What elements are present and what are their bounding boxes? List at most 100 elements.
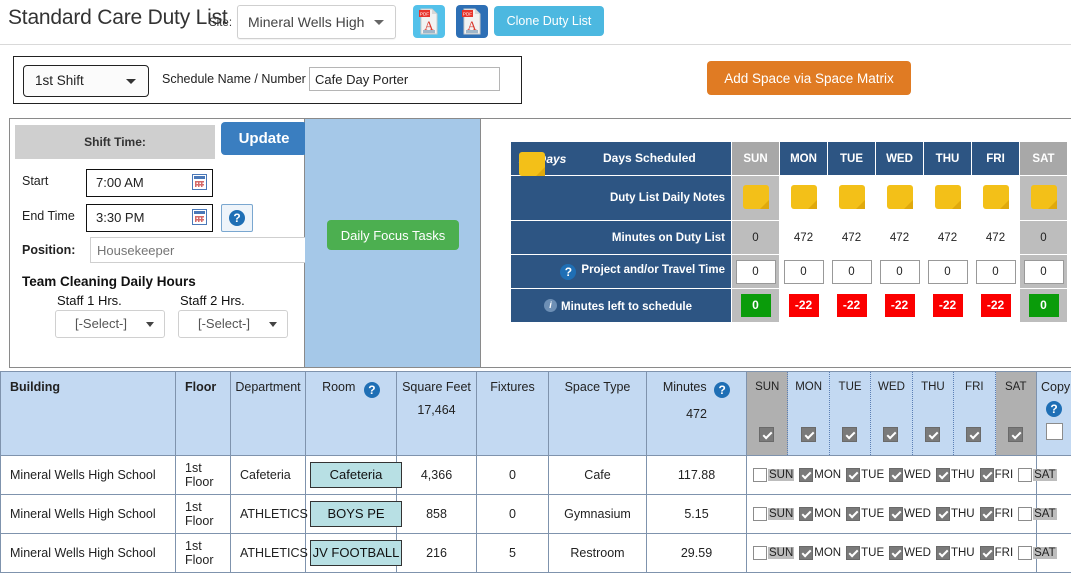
row-checkbox-sun[interactable] (753, 468, 767, 482)
row-day-wed[interactable]: WED (889, 468, 931, 482)
export-pdf-button-1[interactable]: PDF A (413, 5, 445, 38)
row-day-fri[interactable]: FRI (980, 468, 1014, 482)
question-mark-icon[interactable]: ? (714, 382, 730, 398)
staff-2-hours-select[interactable]: [-Select-] (178, 310, 288, 338)
row-day-sat[interactable]: SAT (1018, 468, 1057, 482)
row-checkbox-wed[interactable] (889, 468, 903, 482)
day-checkbox-thu[interactable] (925, 427, 940, 442)
day-checkbox-mon[interactable] (801, 427, 816, 442)
row-day-sun[interactable]: SUN (753, 468, 794, 482)
day-checkbox-sun[interactable] (759, 427, 774, 442)
project-travel-mon-input[interactable]: 0 (784, 260, 824, 284)
question-mark-icon[interactable]: ? (560, 264, 576, 280)
row-checkbox-mon[interactable] (799, 507, 813, 521)
project-travel-wed-input[interactable]: 0 (880, 260, 920, 284)
row-day-fri[interactable]: FRI (980, 507, 1014, 521)
row-checkbox-sun[interactable] (753, 546, 767, 560)
row-day-sat[interactable]: SAT (1018, 507, 1057, 521)
note-cell-mon[interactable] (780, 176, 828, 221)
day-toggle-wed[interactable]: WED (871, 372, 912, 455)
row-day-sun[interactable]: SUN (753, 546, 794, 560)
row-checkbox-tue[interactable] (846, 546, 860, 560)
row-day-sun[interactable]: SUN (753, 507, 794, 521)
sticky-note-icon[interactable] (519, 152, 545, 176)
row-checkbox-mon[interactable] (799, 468, 813, 482)
note-cell-tue[interactable] (828, 176, 876, 221)
row-day-tue[interactable]: TUE (846, 468, 884, 482)
clone-duty-list-button[interactable]: Clone Duty List (494, 6, 604, 36)
row-day-mon[interactable]: MON (799, 468, 841, 482)
position-input[interactable] (90, 237, 306, 263)
question-mark-icon[interactable]: ? (364, 382, 380, 398)
day-checkbox-sat[interactable] (1008, 427, 1023, 442)
row-checkbox-fri[interactable] (980, 546, 994, 560)
row-checkbox-wed[interactable] (889, 546, 903, 560)
sticky-note-icon[interactable] (935, 185, 961, 209)
calendar-icon[interactable] (192, 209, 207, 225)
end-time-input[interactable]: 3:30 PM (86, 204, 213, 232)
project-travel-tue-input[interactable]: 0 (832, 260, 872, 284)
row-day-thu[interactable]: THU (936, 468, 975, 482)
sticky-note-icon[interactable] (983, 185, 1009, 209)
row-checkbox-sat[interactable] (1018, 468, 1032, 482)
start-time-input[interactable]: 7:00 AM (86, 169, 213, 197)
copy-all-checkbox[interactable] (1046, 423, 1063, 440)
day-toggle-thu[interactable]: THU (913, 372, 954, 455)
day-checkbox-wed[interactable] (883, 427, 898, 442)
row-checkbox-sun[interactable] (753, 507, 767, 521)
row-day-fri[interactable]: FRI (980, 546, 1014, 560)
row-checkbox-wed[interactable] (889, 507, 903, 521)
day-checkbox-fri[interactable] (966, 427, 981, 442)
project-travel-sun-input[interactable]: 0 (736, 260, 776, 284)
row-day-thu[interactable]: THU (936, 507, 975, 521)
room-input[interactable]: Cafeteria (310, 462, 402, 488)
project-travel-fri-input[interactable]: 0 (976, 260, 1016, 284)
row-day-mon[interactable]: MON (799, 507, 841, 521)
day-checkbox-tue[interactable] (842, 427, 857, 442)
project-travel-thu-input[interactable]: 0 (928, 260, 968, 284)
day-toggle-fri[interactable]: FRI (954, 372, 995, 455)
calendar-icon[interactable] (192, 174, 207, 190)
row-checkbox-tue[interactable] (846, 507, 860, 521)
note-cell-fri[interactable] (972, 176, 1020, 221)
room-input[interactable]: BOYS PE (310, 501, 402, 527)
sticky-note-icon[interactable] (743, 185, 769, 209)
project-travel-sat-input[interactable]: 0 (1024, 260, 1064, 284)
shift-select[interactable]: 1st Shift (23, 65, 149, 97)
note-cell-sat[interactable] (1020, 176, 1068, 221)
row-day-tue[interactable]: TUE (846, 507, 884, 521)
day-toggle-sat[interactable]: SAT (996, 372, 1036, 455)
row-checkbox-tue[interactable] (846, 468, 860, 482)
site-select[interactable]: Mineral Wells High (237, 5, 396, 39)
row-checkbox-mon[interactable] (799, 546, 813, 560)
row-checkbox-thu[interactable] (936, 468, 950, 482)
sticky-note-icon[interactable] (839, 185, 865, 209)
row-checkbox-sat[interactable] (1018, 507, 1032, 521)
row-day-wed[interactable]: WED (889, 546, 931, 560)
question-mark-icon[interactable]: ? (1046, 401, 1062, 417)
sticky-note-icon[interactable] (791, 185, 817, 209)
row-checkbox-fri[interactable] (980, 507, 994, 521)
row-checkbox-thu[interactable] (936, 507, 950, 521)
update-button[interactable]: Update (221, 122, 307, 155)
note-cell-wed[interactable] (876, 176, 924, 221)
sticky-note-icon[interactable] (1031, 185, 1057, 209)
day-toggle-sun[interactable]: SUN (747, 372, 788, 455)
staff-1-hours-select[interactable]: [-Select-] (55, 310, 165, 338)
daily-focus-tasks-button[interactable]: Daily Focus Tasks (327, 220, 459, 250)
row-checkbox-thu[interactable] (936, 546, 950, 560)
add-space-via-space-matrix-button[interactable]: Add Space via Space Matrix (707, 61, 911, 95)
row-day-sat[interactable]: SAT (1018, 546, 1057, 560)
sticky-note-icon[interactable] (887, 185, 913, 209)
shift-time-help-button[interactable]: ? (221, 204, 253, 232)
row-day-tue[interactable]: TUE (846, 546, 884, 560)
export-pdf-button-2[interactable]: PDF A (456, 5, 488, 38)
schedule-name-input[interactable] (309, 67, 500, 91)
row-checkbox-fri[interactable] (980, 468, 994, 482)
day-toggle-mon[interactable]: MON (788, 372, 829, 455)
row-day-thu[interactable]: THU (936, 546, 975, 560)
day-toggle-tue[interactable]: TUE (830, 372, 871, 455)
note-cell-sun[interactable] (732, 176, 780, 221)
row-day-wed[interactable]: WED (889, 507, 931, 521)
note-cell-thu[interactable] (924, 176, 972, 221)
